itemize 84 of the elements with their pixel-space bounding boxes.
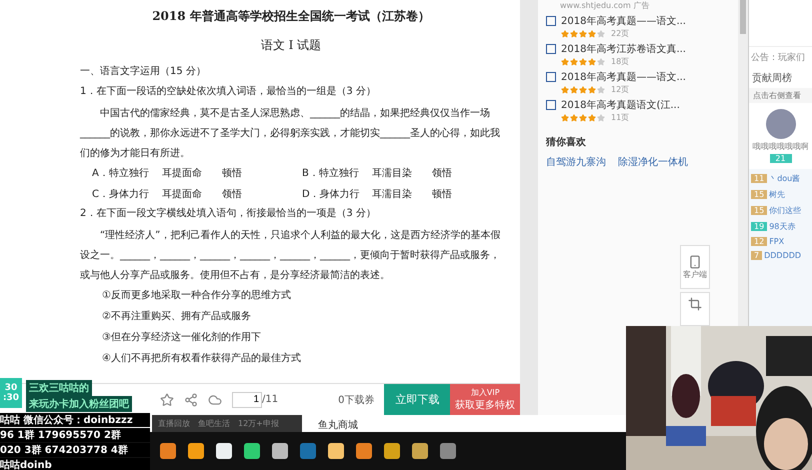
level-badge: 19 — [751, 222, 768, 231]
chat-message: DDDDDD — [764, 251, 802, 260]
level-badge: 21 — [770, 154, 792, 163]
document-title: 2018 年普通高等学校招生全国统一考试（江苏卷） — [151, 8, 431, 25]
level-badge: 15 — [751, 190, 768, 199]
vip-button[interactable]: 加入VIP 获取更多特权 — [450, 384, 520, 416]
answer-option: 顿悟 — [222, 166, 302, 180]
answer-option: 耳提面命 — [162, 166, 222, 180]
question-passage: 中国古代的儒家经典，莫不是古圣人深思熟虑、______的结晶，如果把经典仅仅当作一场______的说教，那你永远进不了圣学大门，必得躬亲实践，才能切实______圣人的心得，如此我们的修为才能日有所进。 — [80, 106, 501, 161]
app-icon[interactable] — [384, 443, 400, 459]
answer-option: A．特立独行 — [92, 166, 162, 180]
answer-option: 耳濡目染 — [372, 166, 432, 180]
question-stem: 1．在下面一段话的空缺处依次填入词语，最恰当的一组是（3 分） — [80, 84, 377, 99]
document-link[interactable]: 2018年高考真题语文(江... — [561, 98, 680, 112]
page-input[interactable]: 1 — [232, 392, 262, 408]
level-badge: 12 — [751, 237, 768, 246]
app-icon[interactable] — [412, 443, 428, 459]
app-icon[interactable] — [272, 443, 288, 459]
banner-text: 来玩办卡加入粉丝团吧 — [26, 396, 132, 412]
client-button[interactable]: 客户端 — [680, 245, 710, 289]
avatar — [766, 109, 796, 139]
nav-link[interactable]: 12万+申报 — [238, 418, 279, 429]
answer-option: 顿悟 — [432, 187, 512, 201]
level-badge: 15 — [751, 206, 768, 215]
answer-option: 耳提面命 — [162, 187, 222, 201]
nav-link[interactable]: 直播回放 — [158, 418, 190, 429]
app-icon[interactable] — [188, 443, 204, 459]
answer-option: 耳濡目染 — [372, 187, 432, 201]
ad-label: www.shtjedu.com 广告 — [559, 0, 650, 11]
app-icon[interactable] — [216, 443, 232, 459]
document-link[interactable]: 2018年高考真题——语文... — [561, 70, 686, 84]
chat-message: 你们这些 — [769, 205, 802, 216]
star-icon[interactable] — [160, 392, 174, 406]
app-icon[interactable] — [356, 443, 372, 459]
overlay-text: 咕咕doinb — [0, 458, 150, 470]
section-heading: 一、语言文字运用（15 分） — [80, 64, 207, 79]
answer-option: D．身体力行 — [302, 187, 372, 201]
document-link[interactable]: 2018年高考真题——语文... — [561, 14, 686, 28]
recommend-link[interactable]: 自驾游九寨沟 — [546, 155, 606, 169]
chat-message: FPX — [769, 237, 784, 246]
guess-heading: 猜你喜欢 — [546, 136, 587, 149]
level-badge: 7 — [751, 251, 762, 260]
sentence-item: ②不再注重购买、拥有产品或服务 — [102, 310, 252, 323]
sentence-item: ④人们不再把所有权看作获得产品的最佳方式 — [102, 352, 302, 365]
chat-message: 树先 — [769, 189, 786, 200]
chat-message: 丶dou酱 — [769, 173, 800, 184]
answer-option: B．特立独行 — [302, 166, 372, 180]
page-count: 22页 — [611, 28, 630, 39]
crop-icon — [688, 297, 702, 311]
download-button[interactable]: 立即下载 — [384, 384, 450, 416]
question-passage: “理性经济人”，把利己看作人的天性，只追求个人利益的最大化，这是西方经济学的基本假设之一。______，______，______，______，______，______，更倾向于暂时获得产品或服务，或与他人分享产品或服务。使用但不占有，是分享经济最简洁的表述。 — [80, 228, 502, 283]
banner-text: 三欢三咕咕的 — [26, 380, 92, 396]
page-total: /11 — [262, 394, 278, 405]
question-stem: 2．在下面一段文字横线处填入语句，衔接最恰当的一项是（3 分） — [80, 206, 377, 221]
document-subtitle: 语文 I 试题 — [260, 37, 322, 54]
answer-option: C．身体力行 — [92, 187, 162, 201]
page-count: 18页 — [611, 56, 630, 67]
crop-button[interactable] — [680, 292, 710, 326]
user-name: 哦哦哦哦哦哦啊 — [752, 141, 810, 152]
recommend-link[interactable]: 除湿净化一体机 — [618, 155, 688, 169]
chat-message: 98天赤 — [769, 221, 796, 232]
ranking-hint: 点击右侧查看 — [749, 88, 812, 103]
phone-icon — [688, 254, 702, 268]
page-count: 12页 — [611, 84, 630, 95]
overlay-text: 咕咕 微信公众号：doinbzzz — [0, 413, 150, 427]
nav-link[interactable]: 鱼吧生活 — [198, 418, 230, 429]
app-icon[interactable] — [244, 443, 260, 459]
answer-option: 领悟 — [222, 187, 302, 201]
answer-option: 领悟 — [432, 166, 512, 180]
sentence-item: ③但在分享经济这一催化剂的作用下 — [102, 330, 262, 344]
overlay-text: 020 3群 674203778 4群 — [0, 443, 150, 457]
coupon-count: 0下载券 — [338, 394, 374, 406]
app-icon[interactable] — [328, 443, 344, 459]
share-icon[interactable] — [184, 392, 198, 406]
cloud-icon[interactable] — [208, 392, 222, 406]
page-count: 11页 — [611, 112, 630, 123]
level-badge: 11 — [751, 174, 768, 183]
clock-badge: 30 :30 — [0, 378, 22, 408]
sentence-item: ①反而更多地采取一种合作分享的思维方式 — [102, 288, 292, 302]
overlay-text: 96 1群 179695570 2群 — [0, 428, 150, 442]
app-icon[interactable] — [160, 443, 176, 459]
scrollbar-thumb[interactable] — [740, 0, 746, 34]
document-link[interactable]: 2018年高考江苏卷语文真... — [561, 42, 686, 56]
shop-label: 鱼丸商城 — [318, 418, 358, 432]
